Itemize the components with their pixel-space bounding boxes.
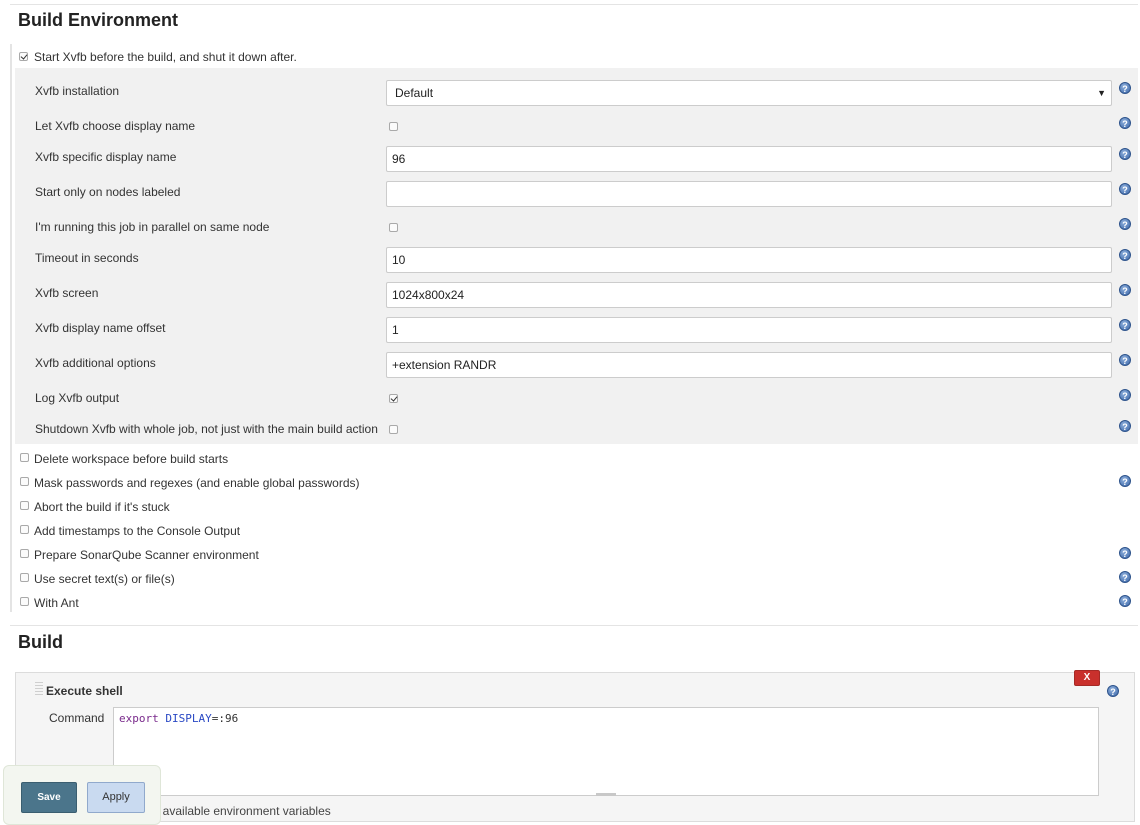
help-icon[interactable]: ? [1119,117,1131,129]
mask-passwords-checkbox[interactable] [20,477,29,486]
top-divider [10,4,1138,5]
help-icon[interactable]: ? [1119,319,1131,331]
help-icon[interactable]: ? [1119,420,1131,432]
xvfb-display-name-label: Xvfb specific display name [35,150,177,164]
parallel-node-checkbox[interactable] [389,223,398,232]
secret-label: Use secret text(s) or file(s) [34,572,175,586]
help-icon[interactable]: ? [1119,82,1131,94]
command-label: Command [49,711,105,725]
help-icon[interactable]: ? [1119,284,1131,296]
xvfb-display-name-input[interactable]: 96 [386,146,1112,172]
xvfb-shutdown-label: Shutdown Xvfb with whole job, not just w… [35,422,378,436]
help-icon[interactable]: ? [1107,685,1119,697]
help-icon[interactable]: ? [1119,475,1131,487]
section-title-build: Build [18,632,63,652]
apply-button[interactable]: Apply [87,782,145,813]
xvfb-additional-input[interactable]: +extension RANDR [386,352,1112,378]
xvfb-log-checkbox[interactable] [389,394,398,403]
timeout-input[interactable]: 10 [386,247,1112,273]
xvfb-choose-display-label: Let Xvfb choose display name [35,119,196,133]
timestamps-label: Add timestamps to the Console Output [34,524,241,538]
help-icon[interactable]: ? [1119,547,1131,559]
mask-passwords-label: Mask passwords and regexes (and enable g… [34,476,360,490]
help-icon[interactable]: ? [1119,571,1131,583]
help-icon[interactable]: ? [1119,389,1131,401]
sonarqube-label: Prepare SonarQube Scanner environment [34,548,259,562]
sonarqube-checkbox[interactable] [20,549,29,558]
xvfb-offset-input[interactable]: 1 [386,317,1112,343]
command-value: =:96 [211,712,239,725]
secret-checkbox[interactable] [20,573,29,582]
help-icon[interactable]: ? [1119,595,1131,607]
delete-workspace-label: Delete workspace before build starts [34,452,229,466]
delete-step-button[interactable]: X [1074,670,1100,686]
textarea-resize-handle[interactable] [596,793,616,796]
xvfb-log-label: Log Xvfb output [35,391,120,405]
xvfb-enable-label: Start Xvfb before the build, and shut it… [34,50,297,64]
xvfb-additional-label: Xvfb additional options [35,356,156,370]
xvfb-installation-label: Xvfb installation [35,84,120,98]
abort-stuck-checkbox[interactable] [20,501,29,510]
xvfb-screen-input[interactable]: 1024x800x24 [386,282,1112,308]
xvfb-enable-checkbox[interactable] [19,52,28,61]
xvfb-offset-label: Xvfb display name offset [35,321,166,335]
save-button[interactable]: Save [21,782,77,813]
xvfb-installation-value: Default [395,86,434,100]
nodes-labeled-input[interactable] [386,181,1112,207]
chevron-down-icon: ▼ [1097,88,1106,98]
delete-workspace-checkbox[interactable] [20,453,29,462]
help-icon[interactable]: ? [1119,249,1131,261]
timestamps-checkbox[interactable] [20,525,29,534]
timeout-label: Timeout in seconds [35,251,139,265]
section-guide-line [10,44,12,612]
help-icon[interactable]: ? [1119,183,1131,195]
xvfb-screen-label: Xvfb screen [35,286,99,300]
command-variable: DISPLAY [165,712,212,725]
xvfb-choose-display-checkbox[interactable] [389,122,398,131]
help-icon[interactable]: ? [1119,148,1131,160]
xvfb-shutdown-checkbox[interactable] [389,425,398,434]
command-keyword: export [119,712,159,725]
with-ant-label: With Ant [34,596,79,610]
command-textarea[interactable]: export DISPLAY=:96 [113,707,1099,796]
nodes-labeled-label: Start only on nodes labeled [35,185,181,199]
drag-handle-icon[interactable] [35,681,43,695]
help-icon[interactable]: ? [1119,218,1131,230]
help-icon[interactable]: ? [1119,354,1131,366]
execute-shell-title: Execute shell [46,684,123,698]
section-title-build-environment: Build Environment [18,10,179,30]
with-ant-checkbox[interactable] [20,597,29,606]
abort-stuck-label: Abort the build if it's stuck [34,500,170,514]
parallel-node-label: I'm running this job in parallel on same… [35,220,270,234]
build-divider [10,625,1138,626]
xvfb-installation-select[interactable]: Default ▼ [386,80,1112,106]
